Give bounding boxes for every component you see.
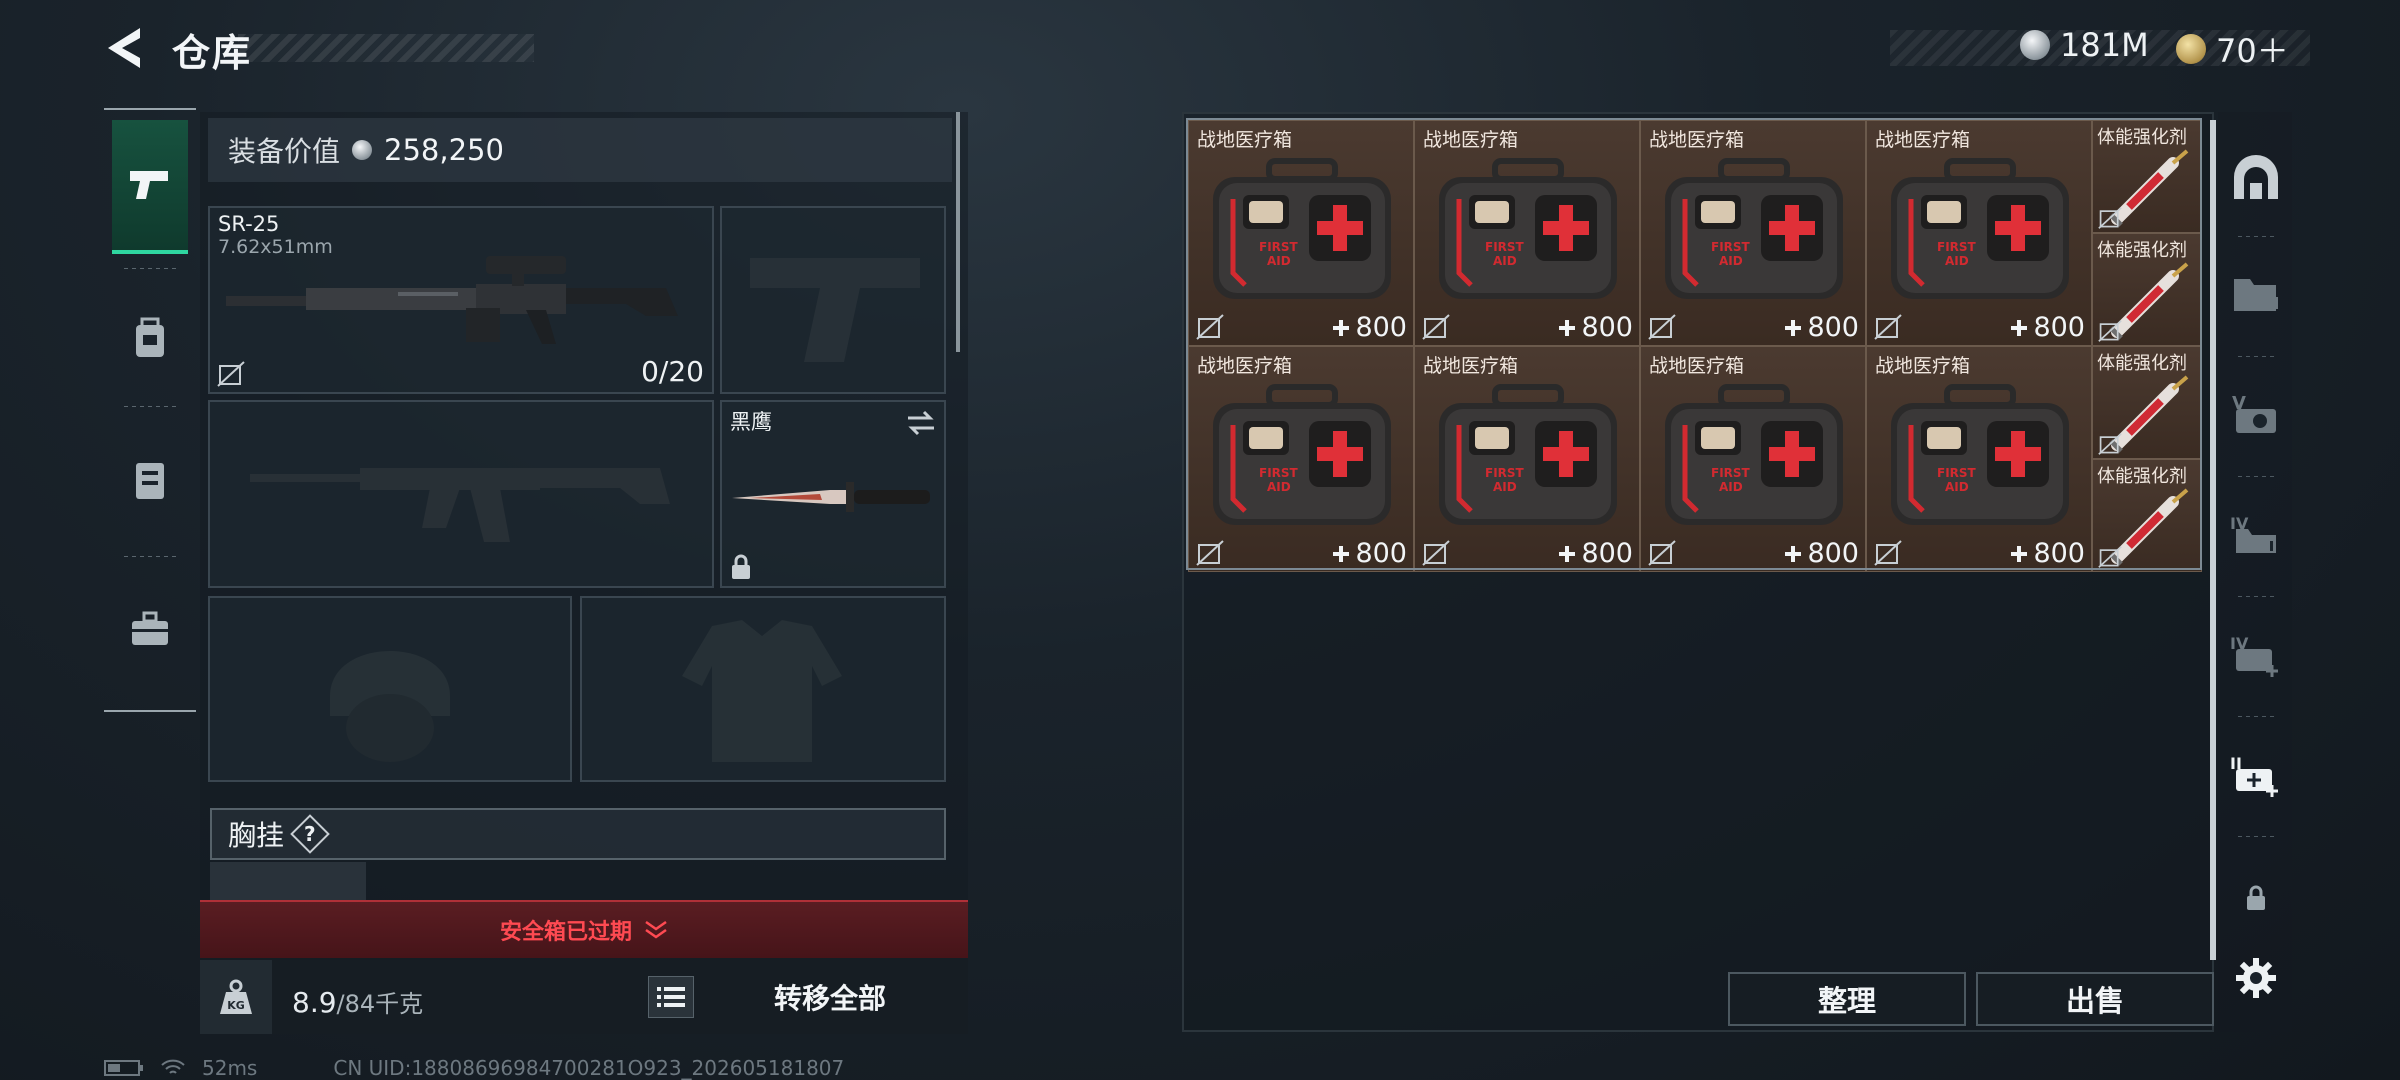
ping-value: 52ms [202,1056,258,1080]
safe-box-status: 安全箱已过期 [499,920,632,945]
rifle-icon [226,256,678,344]
storage-page-5[interactable] [2224,262,2288,326]
primary-weapon-slot[interactable]: SR-25 7.62x51mm 0/20 [208,206,714,394]
storage-home-button[interactable] [2224,146,2288,210]
rig-icon [136,463,164,499]
nav-separator [124,268,176,269]
folder-iv-plus-icon: IV [2230,634,2278,677]
tab-weapons[interactable] [112,120,188,254]
svg-text:KG: KG [227,999,245,1012]
uid-text: CN UID:18808696984700281O923_20260518180… [333,1056,845,1080]
side-separator [2238,836,2274,837]
nav-frame-bottom [104,710,196,712]
sell-button[interactable]: 出售 [1976,972,2214,1026]
helmet-slot[interactable] [208,596,572,782]
lock-icon [732,554,750,579]
wifi-icon [161,1059,185,1074]
currency-gold[interactable]: 70＋ [2176,26,2289,72]
storage-page-ii-plus[interactable]: II [2224,742,2288,806]
weapon-name: SR-25 [218,212,280,236]
folder-ii-plus-icon: II [2230,754,2278,797]
equipment-scrollbar[interactable] [956,112,960,352]
pistol-slot[interactable] [720,206,946,394]
rifle-placeholder-icon [250,468,670,542]
safe-box-expired-bar[interactable]: 安全箱已过期 [200,900,968,958]
swap-icon[interactable] [906,410,936,436]
sort-button[interactable]: 整理 [1728,972,1966,1026]
help-icon[interactable]: ? [290,814,330,854]
secondary-weapon-slot[interactable] [208,400,714,588]
side-separator [2238,476,2274,477]
melee-slot[interactable]: 黑鹰 [720,400,946,588]
status-bar: 52ms CN UID:18808696984700281O923_202605… [104,1056,844,1080]
currency-silver[interactable]: 181M [2020,26,2149,64]
currency-silver-value: 181M [2060,26,2149,64]
weight-icon: KG [220,979,252,1014]
tab-rig[interactable] [112,412,188,546]
weight-capacity: /84千克 [336,990,424,1018]
side-separator [2238,236,2274,237]
equipment-value-bar: 装备价值 258,250 [208,118,952,182]
side-separator [2238,596,2274,597]
transfer-all-button[interactable]: 转移全部 [710,966,950,1028]
storage-lock-button[interactable] [2224,866,2288,930]
folder-v-icon: V [2232,393,2276,433]
backpack-icon [136,317,164,357]
storage-page-iv-plus[interactable]: IV [2224,622,2288,686]
no-insure-icon [217,361,245,387]
back-arrow-icon[interactable] [104,26,144,70]
briefcase-icon [132,611,168,645]
equipment-value: 258,250 [384,133,504,167]
folder-iv-icon: IV [2230,514,2276,553]
nav-separator [124,556,176,557]
gold-coin-icon [2176,34,2206,64]
nav-separator [124,406,176,407]
side-separator [2238,716,2274,717]
nav-frame-top [104,108,196,110]
currency-gold-value: 70＋ [2216,32,2289,70]
melee-name: 黑鹰 [730,410,772,434]
storage-page-v[interactable]: V [2224,382,2288,446]
tab-case[interactable] [112,562,188,696]
knife-icon [732,482,930,512]
chest-rig-bar[interactable]: 胸挂 ? [210,808,946,860]
chest-rig-slot[interactable] [210,862,366,902]
storage-scrollbar[interactable] [2210,120,2216,960]
settings-button[interactable] [2224,946,2288,1010]
battery-icon [104,1060,143,1076]
pistol-placeholder-icon [750,258,920,362]
gear-icon [2236,958,2276,998]
title-decoration [238,34,534,62]
armor-placeholder-icon [682,620,842,762]
vault-icon [2234,155,2278,199]
folder-icon [2234,279,2278,311]
side-separator [2238,356,2274,357]
ammo-count: 0/20 [641,355,704,388]
list-view-button[interactable] [648,976,694,1018]
weight-icon-box: KG [200,960,272,1034]
silver-coin-icon [352,140,373,160]
double-chevron-down-icon [645,920,667,939]
pistol-icon [130,171,168,199]
helmet-placeholder-icon [330,651,450,762]
chest-rig-label: 胸挂 [228,819,285,852]
list-icon [657,987,685,1007]
silver-coin-icon [2020,30,2050,60]
weight-readout: 8.9/84千克 [292,984,423,1019]
storage-grid-frame [1186,118,2202,570]
lock-icon [2247,885,2265,910]
equipment-value-label: 装备价值 [228,135,341,168]
storage-page-iv[interactable]: IV [2224,502,2288,566]
weight-current: 8.9 [292,986,337,1019]
tab-backpack[interactable] [112,272,188,406]
armor-slot[interactable] [580,596,946,782]
